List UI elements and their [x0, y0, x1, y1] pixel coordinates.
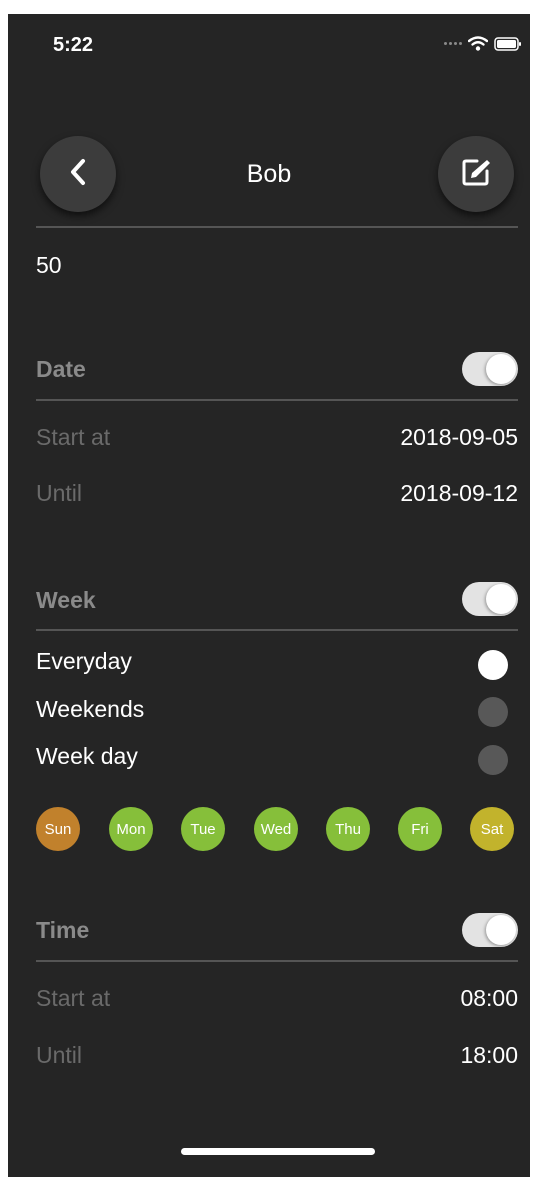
date-divider — [36, 399, 518, 401]
week-divider — [36, 629, 518, 631]
week-section-title: Week — [36, 587, 96, 613]
option-everyday-label: Everyday — [36, 648, 132, 674]
option-weekday-label: Week day — [36, 743, 138, 769]
day-label: Sat — [480, 820, 504, 838]
edit-icon — [461, 157, 491, 192]
header-divider — [36, 226, 518, 228]
time-start-label: Start at — [36, 985, 111, 1011]
day-tue-button[interactable]: Tue — [181, 807, 225, 851]
wifi-icon — [468, 36, 488, 51]
signal-icon — [444, 42, 462, 45]
day-selector: Sun Mon Tue Wed Thu Fri Sat — [36, 807, 518, 851]
date-section-title: Date — [36, 356, 86, 382]
status-icons — [444, 36, 522, 51]
time-toggle[interactable] — [462, 913, 518, 947]
option-everyday-radio[interactable] — [478, 650, 508, 680]
week-toggle[interactable] — [462, 582, 518, 616]
day-sat-button[interactable]: Sat — [470, 807, 514, 851]
day-sun-button[interactable]: Sun — [36, 807, 80, 851]
home-indicator[interactable] — [181, 1148, 375, 1155]
battery-icon — [494, 36, 522, 51]
status-bar: 5:22 — [8, 14, 530, 74]
time-section-title: Time — [36, 917, 90, 943]
day-thu-button[interactable]: Thu — [326, 807, 370, 851]
day-mon-button[interactable]: Mon — [109, 807, 153, 851]
day-wed-button[interactable]: Wed — [254, 807, 298, 851]
edit-button[interactable] — [438, 136, 514, 212]
name-value[interactable]: 50 — [36, 252, 62, 279]
date-start-value[interactable]: 2018-09-05 — [400, 424, 518, 451]
day-label: Wed — [260, 820, 292, 838]
date-until-value[interactable]: 2018-09-12 — [400, 480, 518, 507]
day-label: Thu — [335, 820, 361, 838]
option-weekends-label: Weekends — [36, 696, 145, 722]
time-until-value[interactable]: 18:00 — [460, 1042, 518, 1069]
day-label: Tue — [190, 820, 216, 838]
day-label: Fri — [411, 820, 429, 838]
time-start-value[interactable]: 08:00 — [460, 985, 518, 1012]
time-until-label: Until — [36, 1042, 83, 1068]
option-weekday-radio[interactable] — [478, 745, 508, 775]
time-divider — [36, 960, 518, 962]
status-time: 5:22 — [53, 34, 94, 56]
day-fri-button[interactable]: Fri — [398, 807, 442, 851]
date-until-label: Until — [36, 480, 83, 506]
day-label: Sun — [44, 820, 72, 838]
screen: 5:22 Bob 50 Date Start at 2018-09-05 Unt… — [8, 14, 530, 1177]
day-label: Mon — [116, 820, 146, 838]
option-weekends-radio[interactable] — [478, 697, 508, 727]
date-start-label: Start at — [36, 424, 111, 450]
date-toggle[interactable] — [462, 352, 518, 386]
nav-bar: Bob — [8, 136, 530, 212]
